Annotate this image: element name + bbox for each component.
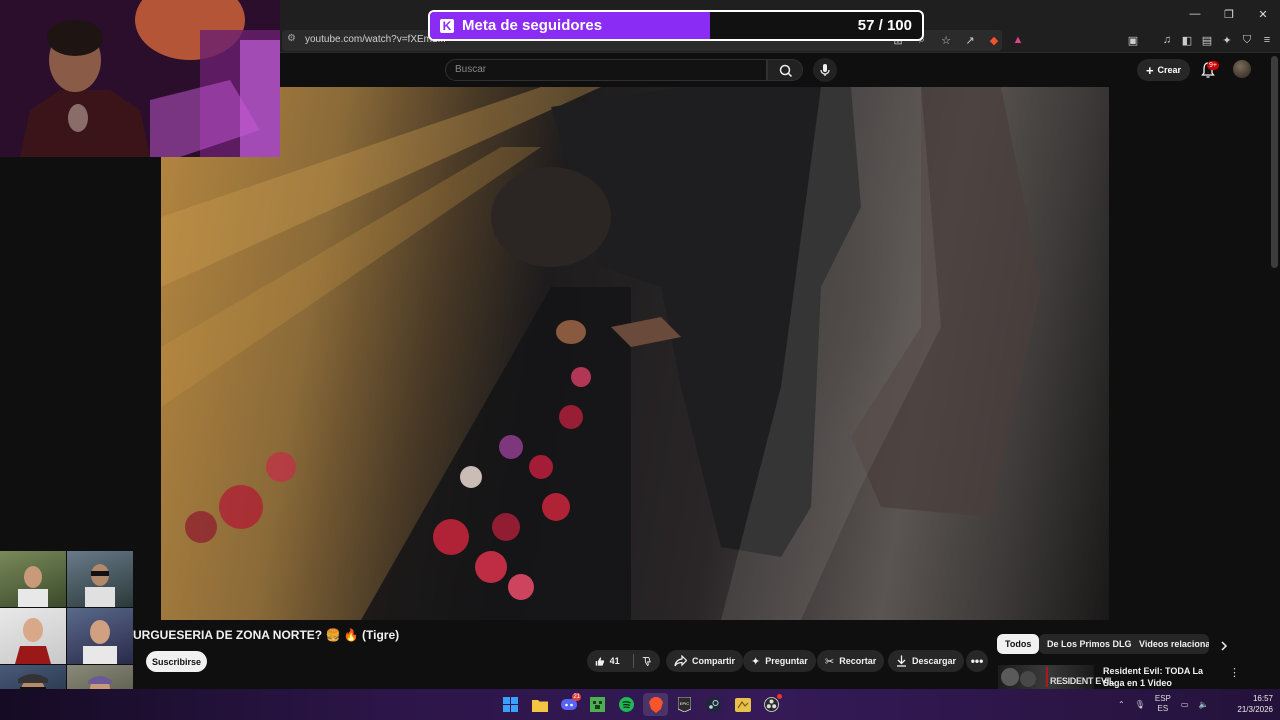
sparkle-icon: ✦: [751, 655, 761, 668]
plus-icon: +: [1145, 62, 1154, 78]
like-count: 41: [609, 656, 620, 666]
chevron-right-icon[interactable]: [1219, 640, 1229, 652]
sidebar-background: [1109, 87, 1280, 620]
bookmark-icon[interactable]: ☆: [938, 32, 954, 48]
ask-button[interactable]: ✦ Preguntar: [743, 650, 816, 672]
chip-videos-relacionados[interactable]: Videos relacionad: [1131, 634, 1209, 654]
create-label: Crear: [1157, 65, 1182, 75]
voice-search-button[interactable]: [813, 58, 837, 82]
site-info-icon[interactable]: ⚙: [287, 33, 299, 45]
volume-icon[interactable]: 🔈: [1198, 700, 1208, 709]
file-explorer-icon[interactable]: [527, 693, 552, 716]
minecraft-icon[interactable]: [585, 693, 610, 716]
minimize-icon[interactable]: —: [1178, 0, 1212, 28]
steam-icon[interactable]: [701, 693, 726, 716]
clip-label: Recortar: [839, 656, 877, 666]
browser-extensions: ▣ ♫ ◧ ▤ ✦ ⛉ ≡: [1125, 32, 1275, 48]
separator: [1145, 32, 1155, 48]
thumbs-down-icon[interactable]: [642, 655, 652, 668]
avatar[interactable]: [1233, 60, 1251, 78]
clock-date: 21/3/2026: [1237, 705, 1273, 714]
system-tray: ⌃ 🎙 ESP ES ▭ 🔈: [1118, 694, 1208, 714]
share-label: Compartir: [692, 656, 736, 666]
recommended-title[interactable]: Resident Evil: TODA La Saga en 1 Video: [1103, 665, 1225, 689]
friend-photo: [67, 608, 133, 664]
clip-button[interactable]: ✂ Recortar: [817, 650, 885, 672]
recording-dot: [777, 694, 782, 699]
search-icon: [779, 64, 793, 78]
svg-text:EPIC: EPIC: [680, 701, 689, 706]
more-actions-button[interactable]: •••: [966, 650, 988, 672]
download-icon: [897, 655, 906, 667]
network-icon[interactable]: ▭: [1181, 700, 1189, 709]
webcam-feed: [0, 0, 280, 157]
like-button[interactable]: 41: [587, 650, 660, 672]
kick-logo-icon: K: [440, 19, 454, 33]
share-icon: [674, 655, 687, 667]
goal-title: Meta de seguidores: [462, 17, 603, 34]
language-bottom: ES: [1157, 704, 1169, 713]
brave-rewards-icon[interactable]: ▲: [1010, 32, 1026, 48]
language-indicator[interactable]: ESP ES: [1155, 694, 1171, 714]
video-title: URGUESERIA DE ZONA NORTE? 🍔 🔥 (Tigre): [133, 628, 400, 642]
windows-start-icon[interactable]: [498, 693, 523, 716]
search-placeholder: Buscar: [455, 64, 487, 75]
sidepanel-icon[interactable]: ◧: [1179, 32, 1195, 48]
chip-todos[interactable]: Todos: [997, 634, 1040, 654]
media-icon[interactable]: ♫: [1159, 32, 1175, 48]
chevron-up-icon[interactable]: ⌃: [1118, 700, 1125, 709]
menu-icon[interactable]: ≡: [1259, 32, 1275, 48]
more-horizontal-icon: •••: [970, 654, 984, 668]
epic-games-icon[interactable]: EPIC: [672, 693, 697, 716]
chip-de-los-primos[interactable]: De Los Primos DLG: [1039, 634, 1140, 654]
microphone-tray-icon[interactable]: 🎙: [1135, 700, 1145, 709]
microphone-icon: [820, 64, 830, 76]
video-player[interactable]: [161, 87, 1109, 620]
download-label: Descargar: [912, 656, 957, 666]
more-vertical-icon[interactable]: ⋮: [1229, 666, 1240, 679]
page-scrollbar[interactable]: [1271, 56, 1278, 268]
wallet-icon[interactable]: ▤: [1199, 32, 1215, 48]
goal-count: 57 / 100: [857, 17, 912, 34]
ask-label: Preguntar: [765, 656, 808, 666]
notification-badge: 9+: [1207, 61, 1219, 70]
url-text[interactable]: youtube.com/watch?v=fXEm1...: [305, 34, 446, 45]
discord-badge: 21: [572, 693, 581, 701]
window-controls: — ❐ ✕: [1178, 0, 1280, 28]
video-frame: [161, 87, 1041, 620]
divider: [632, 654, 634, 668]
share-page-icon[interactable]: ↗: [962, 32, 978, 48]
friend-photo: [0, 608, 66, 664]
search-input[interactable]: [445, 59, 767, 81]
language-top: ESP: [1154, 694, 1171, 703]
friend-photo: [0, 551, 66, 607]
folder-app-icon[interactable]: [730, 693, 755, 716]
leo-ai-icon[interactable]: ✦: [1219, 32, 1235, 48]
close-icon[interactable]: ✕: [1246, 0, 1280, 28]
sidebar-icon[interactable]: ▣: [1125, 32, 1141, 48]
download-button[interactable]: Descargar: [888, 650, 965, 672]
create-button[interactable]: + Crear: [1137, 59, 1190, 81]
brave-shields-icon[interactable]: ◆: [986, 32, 1002, 48]
search-button[interactable]: [767, 59, 803, 81]
follower-goal-widget: K Meta de seguidores 57 / 100: [428, 10, 924, 41]
vpn-icon[interactable]: ⛉: [1239, 32, 1255, 48]
friend-photo: [67, 551, 133, 607]
scissors-icon: ✂: [825, 655, 835, 668]
webcam-overlay: [0, 0, 280, 157]
share-button[interactable]: Compartir: [666, 650, 744, 672]
clock-time: 16:57: [1252, 694, 1273, 703]
maximize-icon[interactable]: ❐: [1212, 0, 1246, 28]
obs-icon[interactable]: [759, 693, 784, 716]
brave-icon[interactable]: [643, 693, 668, 716]
taskbar-apps: 21 EPIC: [498, 693, 784, 716]
discord-icon[interactable]: 21: [556, 693, 581, 716]
thumbs-up-icon: [595, 656, 605, 666]
spotify-icon[interactable]: [614, 693, 639, 716]
subscribe-button[interactable]: Suscribirse: [146, 651, 207, 672]
system-clock[interactable]: 16:57 21/3/2026: [1227, 693, 1273, 715]
